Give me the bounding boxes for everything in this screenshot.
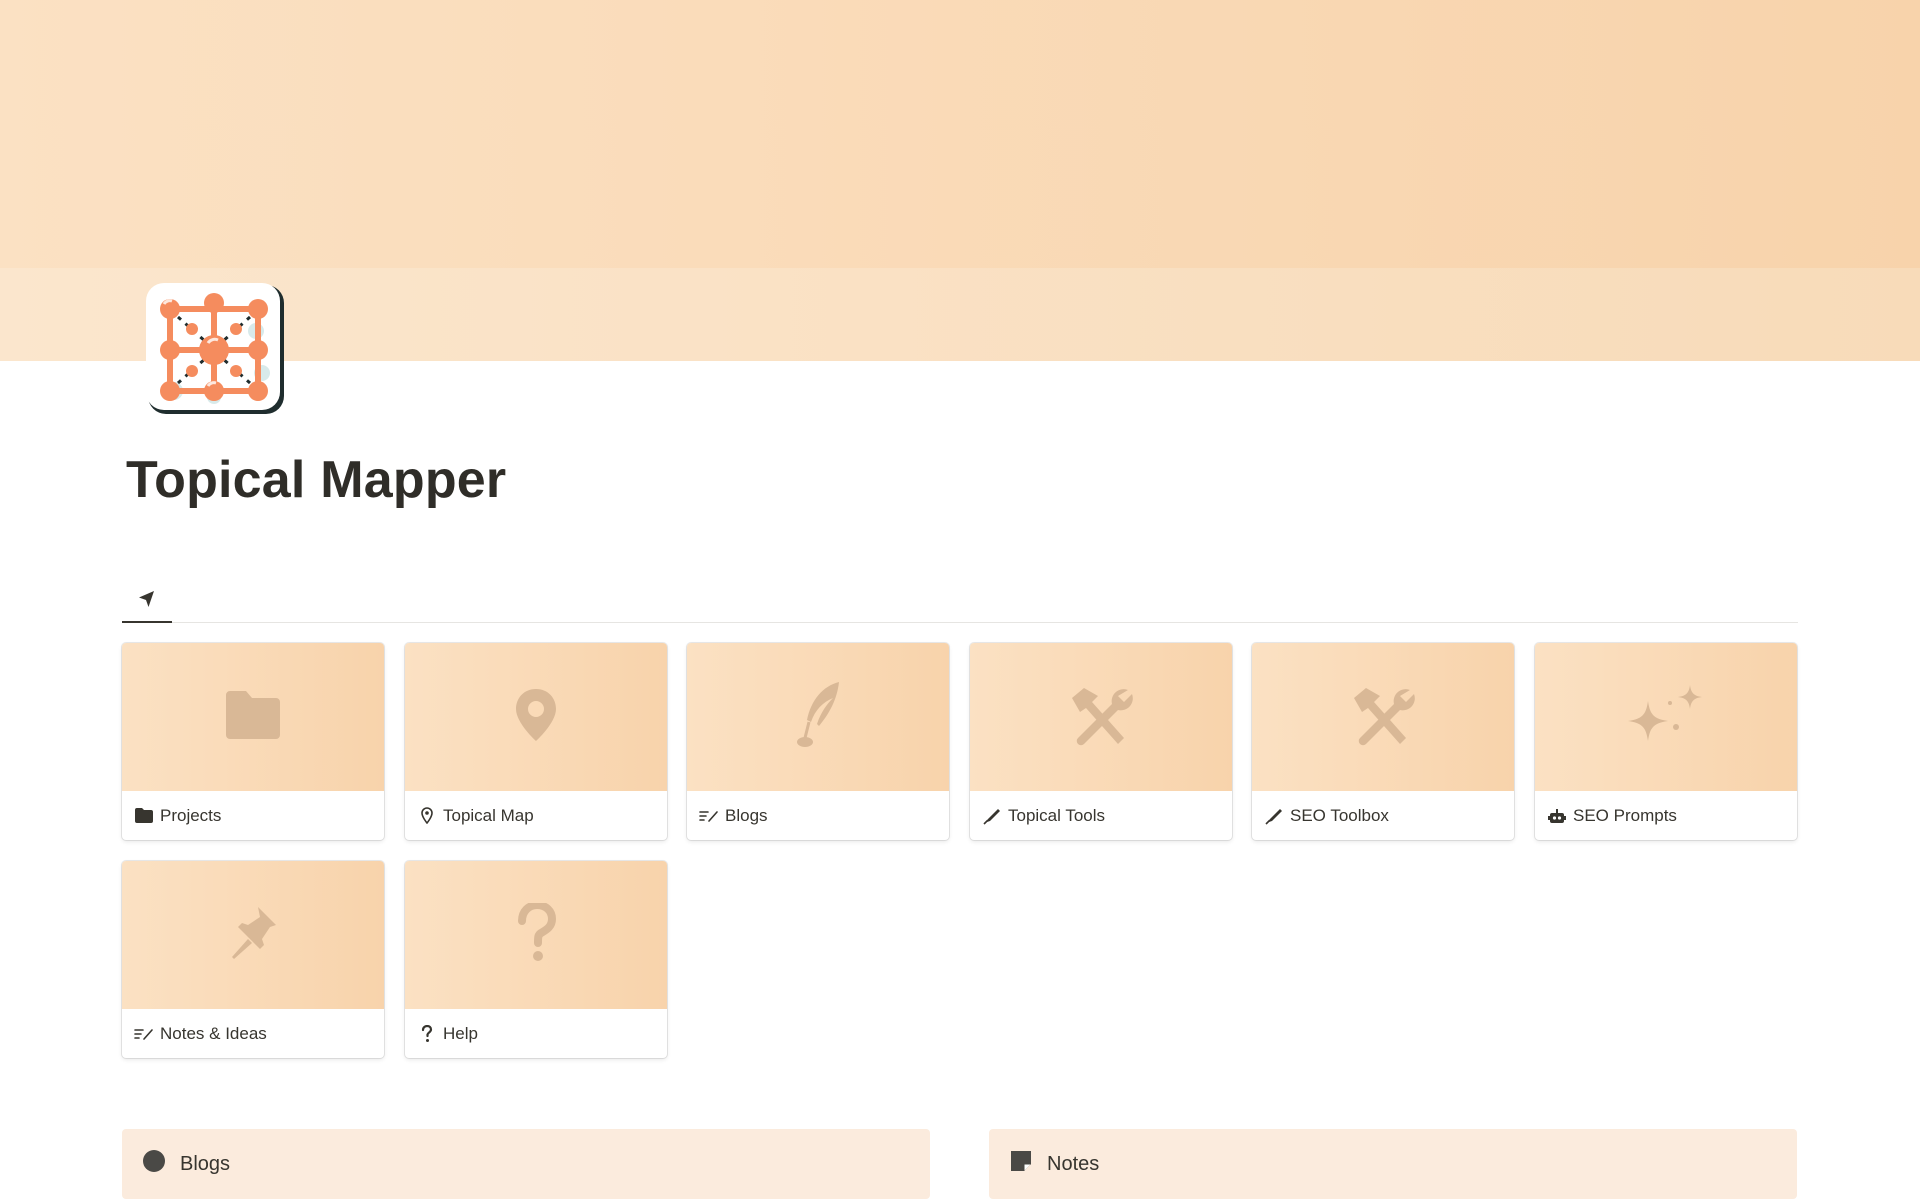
card-cover xyxy=(1252,643,1514,791)
card-cover xyxy=(970,643,1232,791)
card-cover xyxy=(122,643,384,791)
map-pin-icon xyxy=(514,687,558,748)
card-label: SEO Prompts xyxy=(1535,791,1797,840)
gallery-card-notes-ideas[interactable]: Notes & Ideas xyxy=(122,861,384,1058)
circle-icon xyxy=(142,1149,166,1179)
gallery-card-projects[interactable]: Projects xyxy=(122,643,384,840)
card-label: Help xyxy=(405,1009,667,1058)
robot-icon xyxy=(1547,806,1567,826)
card-cover xyxy=(405,861,667,1009)
card-label: SEO Toolbox xyxy=(1252,791,1514,840)
card-label: Blogs xyxy=(687,791,949,840)
card-title: SEO Toolbox xyxy=(1290,805,1389,825)
page-title: Topical Mapper xyxy=(126,451,507,509)
card-label: Projects xyxy=(122,791,384,840)
gallery-card-seo-prompts[interactable]: SEO Prompts xyxy=(1535,643,1797,840)
map-pin-icon xyxy=(417,806,437,826)
gallery-card-blogs[interactable]: Blogs xyxy=(687,643,949,840)
sticky-note-icon xyxy=(1009,1149,1033,1179)
callout-notes[interactable]: Notes xyxy=(989,1129,1797,1199)
text-edit-icon xyxy=(699,806,719,826)
folder-icon xyxy=(134,806,154,826)
question-mark-icon xyxy=(417,1024,437,1044)
gallery-card-seo-toolbox[interactable]: SEO Toolbox xyxy=(1252,643,1514,840)
hammer-wrench-icon xyxy=(1068,684,1134,751)
gallery-card-topical-map[interactable]: Topical Map xyxy=(405,643,667,840)
card-label: Notes & Ideas xyxy=(122,1009,384,1058)
pen-nib-icon xyxy=(982,806,1002,826)
folder-icon xyxy=(222,689,284,746)
card-title: SEO Prompts xyxy=(1573,805,1677,825)
callout-blogs[interactable]: Blogs xyxy=(122,1129,930,1199)
tab-navigation[interactable] xyxy=(122,580,172,623)
card-title: Help xyxy=(443,1023,478,1043)
question-mark-icon xyxy=(516,900,557,968)
card-title: Topical Map xyxy=(443,805,534,825)
card-title: Topical Tools xyxy=(1008,805,1106,825)
card-cover xyxy=(405,643,667,791)
pen-nib-icon xyxy=(1264,806,1284,826)
card-cover xyxy=(122,861,384,1009)
card-cover xyxy=(687,643,949,791)
card-cover xyxy=(1535,643,1797,791)
callout-label: Blogs xyxy=(180,1152,231,1175)
page-cover-lower xyxy=(0,268,1920,361)
gallery-card-topical-tools[interactable]: Topical Tools xyxy=(970,643,1232,840)
sparkles-icon xyxy=(1624,683,1708,752)
card-title: Projects xyxy=(160,805,222,825)
card-label: Topical Tools xyxy=(970,791,1232,840)
callout-label: Notes xyxy=(1047,1152,1100,1175)
hammer-wrench-icon xyxy=(1350,684,1416,751)
navigation-arrow-icon xyxy=(137,589,157,614)
card-title: Blogs xyxy=(725,805,768,825)
view-tab-bar xyxy=(122,580,1798,623)
pushpin-icon xyxy=(228,905,278,966)
card-title: Notes & Ideas xyxy=(160,1023,267,1043)
gallery-card-help[interactable]: Help xyxy=(405,861,667,1058)
quill-icon xyxy=(793,680,843,755)
text-edit-icon xyxy=(134,1024,154,1044)
network-grid-icon[interactable] xyxy=(144,281,288,418)
card-label: Topical Map xyxy=(405,791,667,840)
